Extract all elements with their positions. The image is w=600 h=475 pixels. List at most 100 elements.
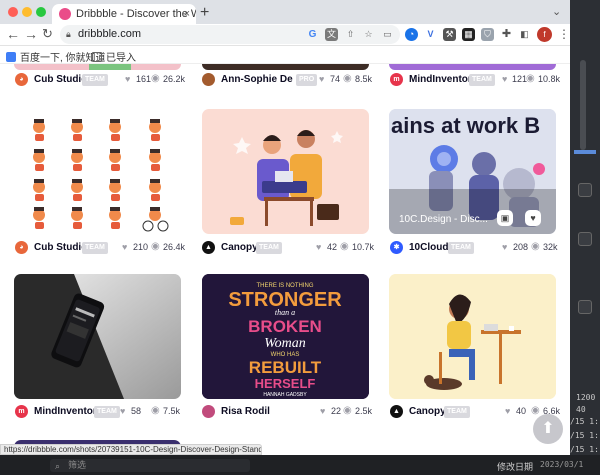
view-count: 10.8k [538, 74, 561, 84]
author-name[interactable]: Canopy [221, 242, 258, 253]
shot-thumbnail-partial[interactable] [202, 64, 369, 70]
extension-tool-icon[interactable]: ⚒ [443, 28, 456, 41]
bookmark-folder-imported[interactable]: 已导入 [92, 49, 136, 64]
extension-v-icon[interactable]: V [424, 28, 437, 41]
team-badge: TEAM [82, 242, 108, 254]
shots-grid: ◕ Cub Studio TEAM ♥ 161 ◉ 26.2k Ann-Soph… [0, 64, 570, 455]
background-text: /15 1: [570, 431, 599, 440]
shot-meta: ◕ Cub Studio TEAM ♥ 161 ◉ 26.2k [15, 72, 185, 88]
heart-icon[interactable]: ♥ [320, 406, 325, 416]
back-arrow-icon[interactable]: ← [6, 26, 20, 42]
eye-icon: ◉ [151, 405, 160, 416]
heart-icon[interactable]: ♥ [316, 242, 321, 252]
author-name[interactable]: Risa Rodil [221, 406, 270, 417]
shot-thumbnail-phone-mockup[interactable] [14, 274, 181, 399]
view-count: 10.7k [352, 242, 375, 252]
modified-date-label: 修改日期 [497, 462, 534, 472]
view-count: 26.4k [163, 242, 186, 252]
bookmark-label: 已导入 [106, 53, 136, 64]
background-text: /15 1: [570, 445, 599, 454]
poster-line: HERSELF [255, 376, 316, 391]
save-to-collection-folder-icon[interactable]: ▣ [497, 210, 513, 226]
shot-meta: m MindInventory TEAM ♥ 121 ◉ 10.8k [390, 72, 561, 88]
scroll-to-top-arrow-icon[interactable]: ⬆ [533, 414, 563, 444]
new-tab-button[interactable]: + [200, 4, 209, 22]
shot-thumbnail-couple-laptop[interactable] [202, 109, 369, 234]
author-avatar[interactable] [202, 73, 215, 86]
bookmark-baidu[interactable]: 百度一下, 你就知道 [6, 49, 106, 64]
tab-search-chevron-icon[interactable]: ⌄ [552, 5, 561, 18]
extension-shield-icon[interactable]: ⛉ [481, 28, 494, 41]
team-logo-avatar[interactable]: m [390, 73, 403, 86]
shot-thumbnail-lettering-poster[interactable]: THERE IS NOTHING STRONGER than a BROKEN … [202, 274, 369, 399]
extension-grid-icon[interactable]: ▦ [462, 28, 475, 41]
close-tab-icon[interactable]: × [184, 4, 190, 24]
browser-window: Dribbble - Discover the World' × + ⌄ ← →… [0, 0, 570, 455]
shot-thumbnail-character-sheet[interactable] [14, 109, 181, 234]
heart-icon[interactable]: ♥ [502, 74, 507, 84]
author-avatar[interactable] [202, 405, 215, 418]
browser-menu-icon[interactable]: ⋮ [558, 27, 570, 41]
minimize-window-button[interactable] [22, 7, 32, 17]
author-name[interactable]: Cub Studio [34, 242, 87, 253]
google-g-icon[interactable]: G [306, 28, 319, 41]
extensions-puzzle-icon[interactable]: ✚ [500, 28, 513, 41]
heart-icon[interactable]: ♥ [120, 406, 125, 416]
sidebar-panel-icon[interactable]: ▭ [381, 28, 394, 41]
team-logo-avatar[interactable]: ◕ [15, 241, 28, 254]
forward-arrow-icon[interactable]: → [24, 26, 38, 42]
team-logo-avatar[interactable]: ◕ [15, 73, 28, 86]
eye-icon: ◉ [531, 241, 540, 252]
shot-meta: ▲ Canopy TEAM ♥ 42 ◉ 10.7k [202, 240, 374, 256]
profile-avatar[interactable]: f [537, 27, 552, 42]
background-scrollbar [580, 60, 586, 150]
heart-icon[interactable]: ♥ [125, 74, 130, 84]
tab-strip: Dribbble - Discover the World' × + ⌄ [0, 0, 570, 24]
like-count: 121 [512, 74, 528, 84]
shot-thumbnail-partial[interactable] [14, 64, 181, 70]
url-text: dribbble.com [78, 28, 141, 40]
shot-thumbnail-partial[interactable] [389, 64, 556, 70]
author-name[interactable]: Cub Studio [34, 74, 87, 85]
background-app-panel: 1200 40 /15 1: /15 1: /15 1: [570, 0, 600, 475]
author-name[interactable]: Ann-Sophie De ... [221, 74, 304, 85]
tab-dribbble[interactable]: Dribbble - Discover the World' × [52, 4, 196, 24]
shot-thumbnail-woman-cafe[interactable] [389, 274, 556, 399]
team-badge: TEAM [469, 74, 495, 86]
view-count: 7.5k [163, 406, 181, 416]
bookmark-star-icon[interactable]: ☆ [362, 28, 375, 41]
shot-thumbnail-10c-design[interactable]: ains at work B 10C.Design - Disc... ▣ ♥ [389, 109, 556, 234]
background-icon [578, 232, 592, 246]
heart-icon[interactable]: ♥ [122, 242, 127, 252]
like-heart-icon[interactable]: ♥ [525, 210, 541, 226]
heart-icon[interactable]: ♥ [319, 74, 324, 84]
author-name[interactable]: MindInventory [409, 74, 477, 85]
heart-icon[interactable]: ♥ [502, 242, 507, 252]
share-icon[interactable]: ⇧ [344, 28, 357, 41]
side-panel-icon[interactable]: ◧ [518, 28, 531, 41]
team-badge: TEAM [94, 406, 120, 418]
view-count: 8.5k [355, 74, 373, 84]
team-logo-avatar[interactable]: ▲ [202, 241, 215, 254]
team-logo-avatar[interactable]: m [15, 405, 28, 418]
team-badge: TEAM [444, 406, 470, 418]
eye-icon: ◉ [340, 241, 349, 252]
like-count: 161 [136, 74, 152, 84]
maximize-window-button[interactable] [36, 7, 46, 17]
heart-icon[interactable]: ♥ [505, 406, 510, 416]
author-name[interactable]: MindInventory [34, 406, 102, 417]
team-logo-avatar[interactable]: ▲ [390, 405, 403, 418]
background-icon [578, 300, 592, 314]
view-count: 32k [543, 242, 558, 252]
translate-icon[interactable]: 文 [325, 28, 338, 41]
shot-meta: ◕ Cub Studio TEAM ♥ 210 ◉ 26.4k [15, 240, 186, 256]
phone-mockup-illustration [14, 274, 181, 399]
close-window-button[interactable] [8, 7, 18, 17]
team-logo-avatar[interactable]: ✱ [390, 241, 403, 254]
lettering-poster-illustration: THERE IS NOTHING STRONGER than a BROKEN … [202, 274, 369, 399]
filter-input[interactable]: ⌕ 筛选 [50, 459, 250, 472]
author-name[interactable]: Canopy [409, 406, 446, 417]
extension-blue-icon[interactable]: ◔ [405, 28, 418, 41]
reload-icon[interactable]: ↻ [42, 26, 53, 42]
team-badge: TEAM [82, 74, 108, 86]
